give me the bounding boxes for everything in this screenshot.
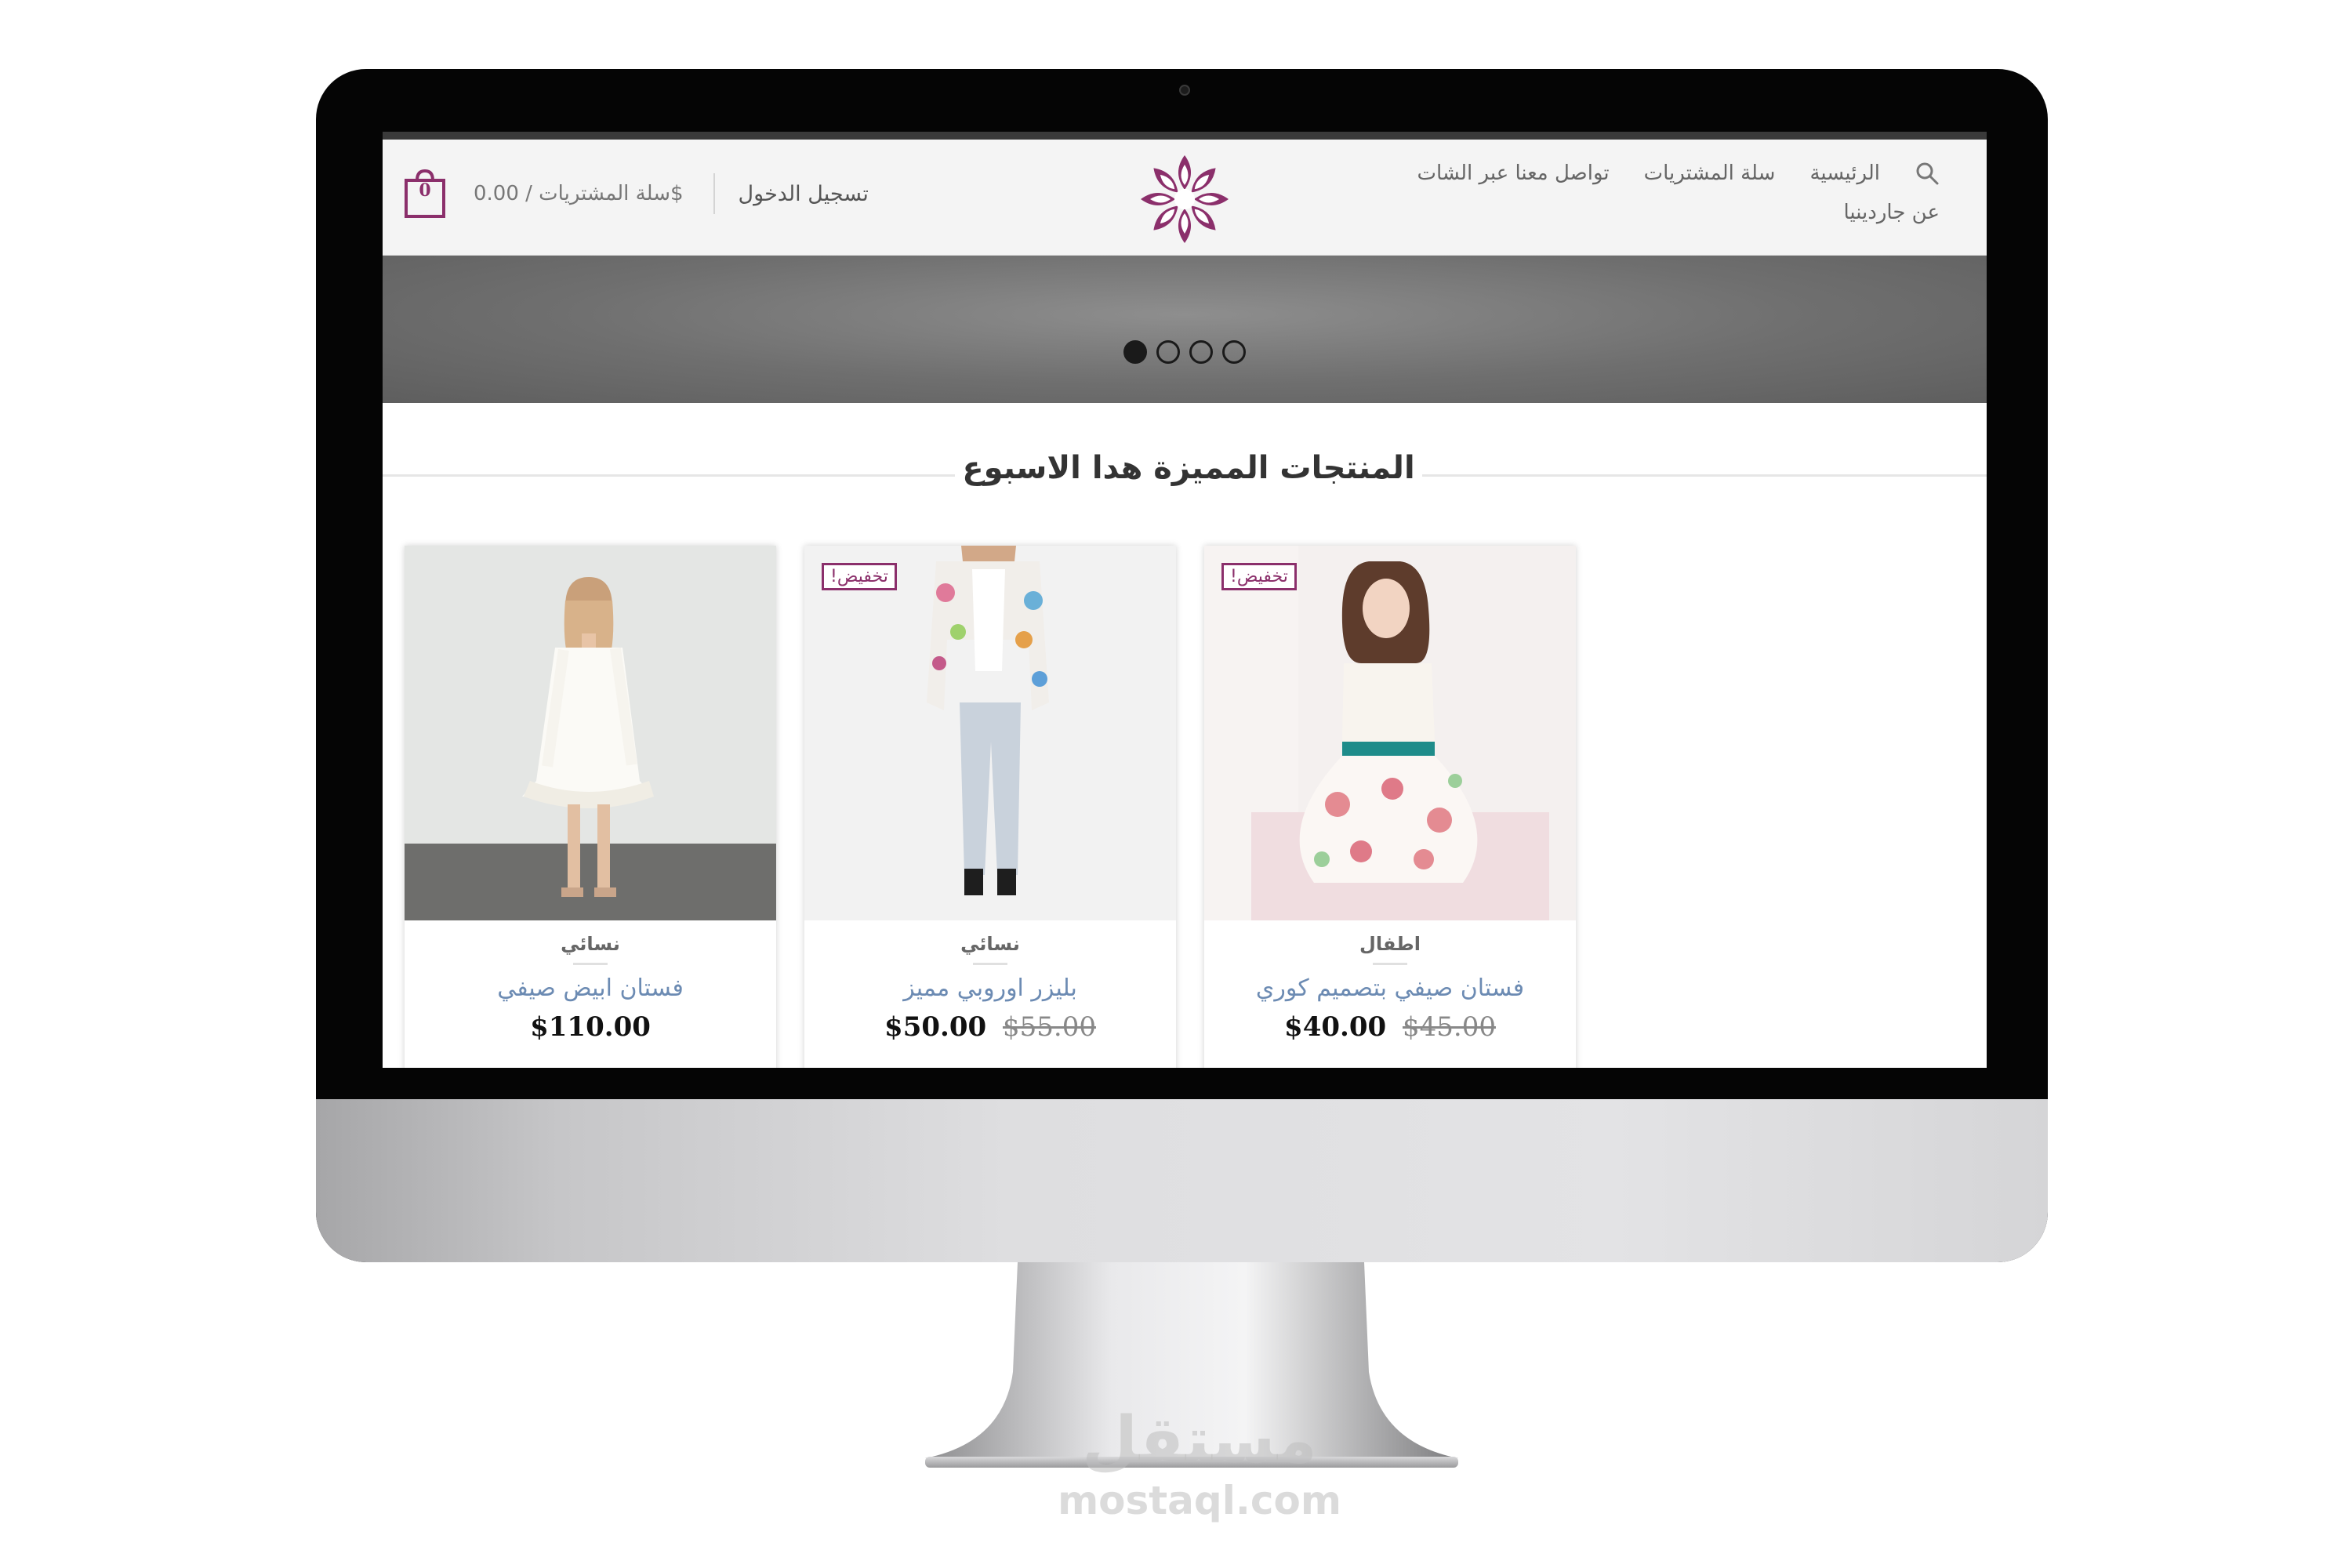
sale-badge: تخفيض!	[822, 563, 897, 590]
cart-bag-icon[interactable]: 0	[403, 168, 447, 220]
price-original: $45.00	[1402, 1011, 1496, 1043]
login-link[interactable]: تسجيل الدخول	[739, 182, 869, 206]
hero-slider	[383, 256, 1987, 403]
site-header: الرئيسية سلة المشتريات تواصل معنا عبر ال…	[383, 140, 1987, 256]
title-rule-left	[383, 474, 955, 477]
product-image[interactable]: تخفيض!	[804, 546, 1176, 920]
camera-icon	[1179, 85, 1190, 96]
product-image[interactable]: تخفيض!	[1204, 546, 1576, 920]
price-current: $50.00	[884, 1011, 987, 1043]
product-category[interactable]: اطفال	[1204, 933, 1576, 955]
product-card-white-dress[interactable]: نسائي فستان ابيض صيفي $110.00	[405, 546, 776, 1068]
search-icon[interactable]	[1915, 161, 1940, 186]
product-name[interactable]: بليزر اوروبي مميز	[804, 975, 1176, 1002]
main-nav: الرئيسية سلة المشتريات تواصل معنا عبر ال…	[1344, 154, 1940, 232]
flower-logo[interactable]	[1138, 152, 1232, 246]
product-price: $50.00 $55.00	[804, 1011, 1176, 1043]
monitor-chin	[316, 1099, 2048, 1262]
category-separator	[1373, 963, 1407, 965]
price-current: $40.00	[1284, 1011, 1387, 1043]
cart-count: 0	[419, 180, 431, 201]
nav-item-chat[interactable]: تواصل معنا عبر الشات	[1417, 162, 1610, 185]
title-rule-right	[1422, 474, 1987, 477]
product-card-korean-dress[interactable]: تخفيض! اطفال فستان صيفي بتصميم كوري $40.…	[1204, 546, 1576, 1068]
website-screen: الرئيسية سلة المشتريات تواصل معنا عبر ال…	[383, 132, 1987, 1068]
browser-top-strip	[383, 132, 1987, 140]
product-price: $110.00	[405, 1011, 776, 1043]
product-card-blazer[interactable]: تخفيض! نسائي بليزر اوروبي مميز $50.00 $5…	[804, 546, 1176, 1068]
account-area: 0 سلة المشتريات / 0.00$ تسجيل الدخول	[403, 168, 869, 220]
slider-dot-2[interactable]	[1156, 340, 1180, 364]
watermark: مستقل mostaql.com	[988, 1403, 1411, 1523]
slider-dot-4[interactable]	[1222, 340, 1246, 364]
product-category[interactable]: نسائي	[804, 933, 1176, 955]
nav-item-cart[interactable]: سلة المشتريات	[1644, 162, 1776, 185]
product-name[interactable]: فستان ابيض صيفي	[405, 975, 776, 1002]
category-separator	[973, 963, 1007, 965]
cart-total-link[interactable]: سلة المشتريات / 0.00$	[474, 182, 684, 205]
watermark-domain: mostaql.com	[1058, 1478, 1341, 1523]
slider-dot-1[interactable]	[1123, 340, 1147, 364]
nav-item-home[interactable]: الرئيسية	[1809, 162, 1880, 185]
product-price: $40.00 $45.00	[1204, 1011, 1576, 1043]
header-divider	[713, 173, 715, 214]
featured-section-header: المنتجات المميزة هدا الاسبوع	[383, 445, 1987, 500]
product-category[interactable]: نسائي	[405, 933, 776, 955]
featured-title: المنتجات المميزة هدا الاسبوع	[962, 450, 1415, 486]
category-separator	[573, 963, 608, 965]
product-image[interactable]	[405, 546, 776, 920]
price-original: $55.00	[1002, 1011, 1096, 1043]
slider-dots	[383, 340, 1987, 364]
watermark-arabic: مستقل	[1082, 1403, 1317, 1478]
sale-badge: تخفيض!	[1221, 563, 1297, 590]
product-name[interactable]: فستان صيفي بتصميم كوري	[1204, 975, 1576, 1002]
price-current: $110.00	[530, 1011, 651, 1043]
slider-dot-3[interactable]	[1189, 340, 1213, 364]
nav-item-about[interactable]: عن جاردينيا	[1843, 201, 1940, 224]
